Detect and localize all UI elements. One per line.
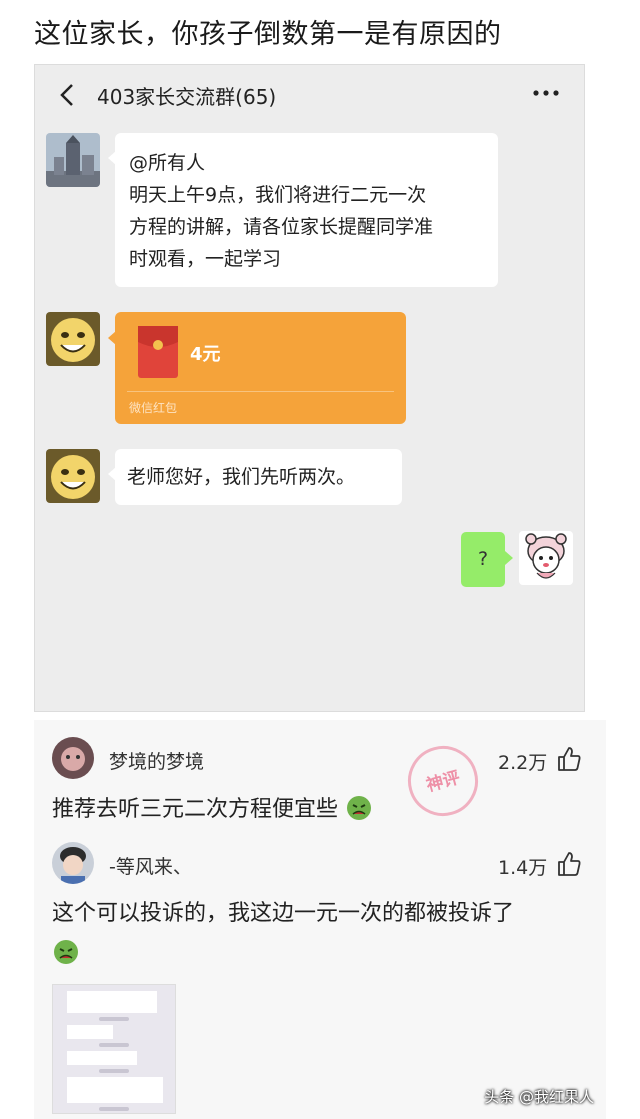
red-packet-amount: 4元 [190,344,221,365]
message-bubble[interactable]: @所有人 明天上午9点，我们将进行二元一次 方程的讲解，请各位家长提醒同学准 时… [115,133,498,287]
wechat-screenshot: 403家长交流群(65) @所有人 明天上午9点，我们将进行二元一次 方程的讲解… [34,64,585,712]
green-face-emoji-icon [54,940,78,964]
commenter-avatar[interactable] [52,842,94,884]
user-photo-icon [52,842,94,884]
red-envelope-icon [138,326,178,378]
attached-image-thumbnail[interactable] [52,984,176,1114]
like-count: 2.2万 [498,752,548,774]
teacher-avatar[interactable] [46,133,100,187]
message-line: 时观看，一起学习 [129,248,282,270]
thumbnail-bubble [67,1025,113,1039]
message-line: @所有人 [129,152,206,174]
thumbs-up-icon[interactable] [556,851,582,877]
parent-avatar[interactable] [46,312,100,366]
meme-face-icon [46,449,100,503]
building-photo-icon [46,133,100,187]
user-photo-icon [52,737,94,779]
commenter-avatar[interactable] [52,737,94,779]
thumbs-up-icon[interactable] [556,746,582,772]
thumbnail-line [99,1043,129,1047]
comment-body: 推荐去听三元二次方程便宜些 [52,797,339,822]
message-bubble[interactable]: 老师您好，我们先听两次。 [115,449,402,505]
self-avatar[interactable] [519,531,573,585]
comment-text: 这个可以投诉的，我这边一元一次的都被投诉了 [52,894,592,974]
thumbnail-bubble [67,1077,163,1103]
comments-section: 梦境的梦境 神评 2.2万 推荐去听三元二次方程便宜些 -等风来、 1.4万 这… [34,720,606,1119]
self-message-bubble[interactable]: ? [461,532,505,587]
commenter-name[interactable]: -等风来、 [109,852,192,879]
comment-text: 推荐去听三元二次方程便宜些 [52,790,592,830]
chat-title: 403家长交流群(65) [97,85,277,109]
like-count: 1.4万 [498,857,548,879]
thumbnail-line [99,1069,129,1073]
chat-header: 403家长交流群(65) [35,65,584,125]
parent-avatar[interactable] [46,449,100,503]
meme-face-icon [46,312,100,366]
thumbnail-line [99,1017,129,1021]
cartoon-girl-icon [519,531,573,585]
bubble-tail [505,551,513,565]
article-headline: 这位家长，你孩子倒数第一是有原因的 [34,19,502,50]
red-packet-label: 微信红包 [129,401,178,415]
more-options-icon[interactable] [532,87,560,99]
green-face-emoji-icon [347,796,372,820]
commenter-name[interactable]: 梦境的梦境 [109,747,204,774]
message-line: 明天上午9点，我们将进行二元一次 [129,184,427,206]
thumbnail-bubble [67,1051,137,1065]
thumbnail-bubble [67,991,157,1013]
message-line: 老师您好，我们先听两次。 [127,466,356,488]
thumbnail-line [99,1107,129,1111]
divider [127,391,394,392]
message-line: 方程的讲解，请各位家长提醒同学准 [129,216,434,238]
back-arrow-icon[interactable] [57,82,79,108]
red-packet-message[interactable]: 4元 微信红包 [115,312,406,424]
comment-body: 这个可以投诉的，我这边一元一次的都被投诉了 [52,901,515,926]
source-watermark: 头条 @我红果人 [484,1088,594,1106]
